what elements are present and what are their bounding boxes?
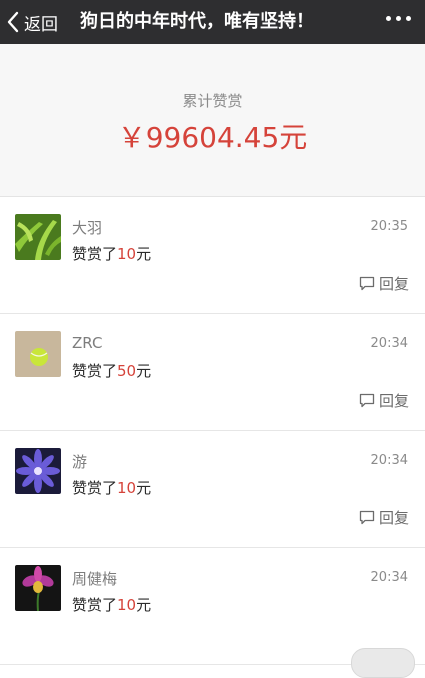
- donor-name: ZRC: [72, 334, 103, 352]
- reward-list: 大羽 20:35 赞赏了10元 回复 ZRC 20:34 赞赏了50元 回复 游…: [0, 197, 425, 678]
- reply-button[interactable]: 回复: [359, 390, 409, 411]
- comment-icon: [359, 393, 375, 408]
- reward-unit: 元: [136, 596, 152, 614]
- list-item: 游 20:34 赞赏了10元 回复: [0, 431, 425, 548]
- reward-description: 赞赏了50元: [72, 360, 151, 381]
- top-nav-bar: 返回 狗日的中年时代，唯有坚持！: [0, 0, 425, 44]
- reward-description: 赞赏了10元: [72, 477, 151, 498]
- reward-prefix: 赞赏了: [72, 245, 118, 263]
- avatar[interactable]: [15, 448, 61, 494]
- reply-label: 回复: [378, 392, 409, 410]
- plant-avatar-image: [15, 214, 61, 260]
- reward-description: 赞赏了10元: [72, 594, 151, 615]
- reward-time: 20:35: [370, 219, 408, 234]
- reward-amount: 10: [117, 245, 137, 263]
- list-item: ZRC 20:34 赞赏了50元 回复: [0, 314, 425, 431]
- avatar[interactable]: [15, 565, 61, 611]
- donor-name: 大羽: [72, 219, 103, 237]
- more-options-icon[interactable]: [386, 16, 411, 21]
- reward-unit: 元: [136, 479, 152, 497]
- floating-action-button[interactable]: [351, 648, 415, 678]
- chevron-left-icon: [7, 11, 19, 33]
- reward-time: 20:34: [370, 570, 408, 585]
- reward-amount: 10: [117, 479, 137, 497]
- comment-icon: [359, 510, 375, 525]
- tennis-ball-avatar-image: [15, 331, 61, 377]
- avatar[interactable]: [15, 214, 61, 260]
- reward-time: 20:34: [370, 453, 408, 468]
- back-button[interactable]: 返回: [6, 0, 58, 44]
- reward-prefix: 赞赏了: [72, 596, 118, 614]
- back-label: 返回: [24, 14, 58, 35]
- reward-summary: 累计赞赏 ￥99604.45元: [0, 44, 425, 197]
- list-item: 周健梅 20:34 赞赏了10元: [0, 548, 425, 678]
- reward-prefix: 赞赏了: [72, 479, 118, 497]
- reward-unit: 元: [136, 245, 152, 263]
- list-item: 大羽 20:35 赞赏了10元 回复: [0, 197, 425, 314]
- reward-time: 20:34: [370, 336, 408, 351]
- donor-name: 周健梅: [72, 570, 118, 588]
- reply-label: 回复: [378, 275, 409, 293]
- donor-name: 游: [72, 453, 88, 471]
- summary-label: 累计赞赏: [182, 92, 243, 110]
- reward-amount: 10: [117, 596, 137, 614]
- comment-icon: [359, 276, 375, 291]
- purple-flower-avatar-image: [15, 448, 61, 494]
- avatar[interactable]: [15, 331, 61, 377]
- reply-button[interactable]: 回复: [359, 273, 409, 294]
- reward-amount: 50: [117, 362, 137, 380]
- reward-unit: 元: [136, 362, 152, 380]
- summary-total-amount: ￥99604.45元: [117, 121, 308, 154]
- reply-label: 回复: [378, 509, 409, 527]
- reward-prefix: 赞赏了: [72, 362, 118, 380]
- reply-button[interactable]: 回复: [359, 507, 409, 528]
- page-title: 狗日的中年时代，唯有坚持！: [80, 11, 314, 32]
- iris-flower-avatar-image: [15, 565, 61, 611]
- reward-description: 赞赏了10元: [72, 243, 151, 264]
